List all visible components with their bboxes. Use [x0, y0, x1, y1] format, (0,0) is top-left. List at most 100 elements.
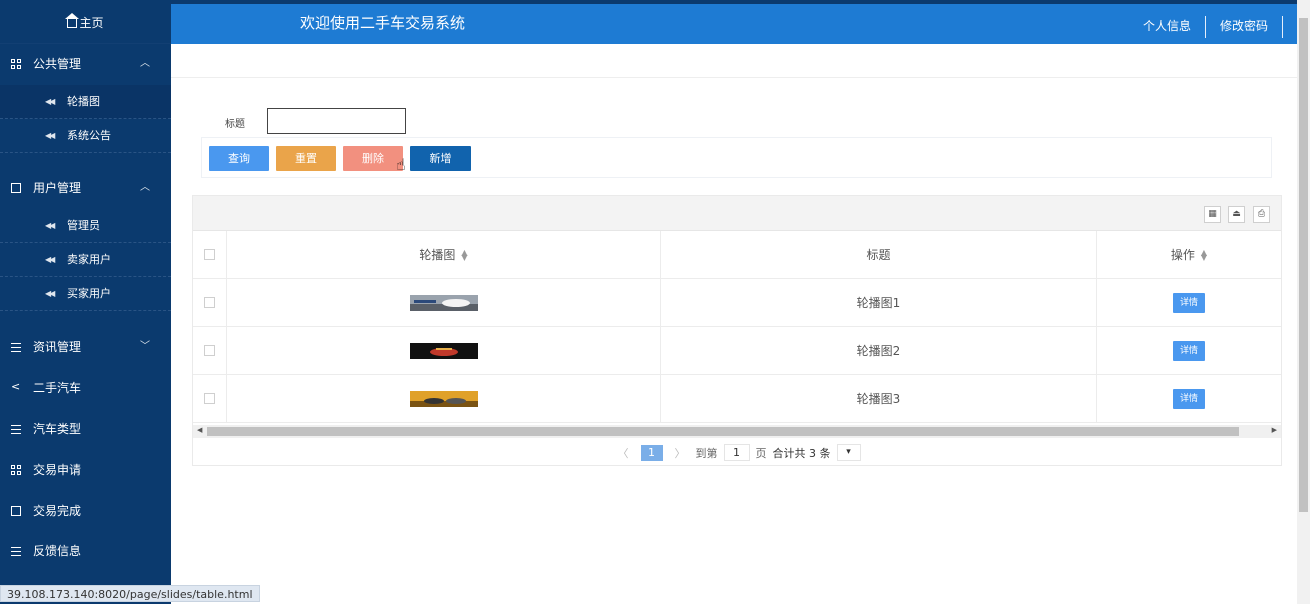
sort-icon[interactable]: ▲ ▼ — [1201, 248, 1207, 261]
chevron-up-icon: ︿ — [140, 182, 150, 193]
export-icon[interactable]: ⏏ — [1228, 206, 1245, 223]
horizontal-scrollbar[interactable]: ◀ ▶ — [193, 425, 1281, 438]
sidebar-item-buyer[interactable]: ◀◀ 买家用户 — [0, 277, 171, 311]
title-cell: 轮播图1 — [661, 279, 1097, 326]
column-header-label: 标题 — [866, 248, 891, 262]
header: 欢迎使用二手车交易系统 个人信息 修改密码 — [171, 4, 1297, 44]
row-checkbox[interactable] — [204, 345, 215, 356]
row-title: 轮播图1 — [856, 296, 901, 310]
column-header[interactable]: 轮播图 ▲ ▼ — [227, 231, 661, 278]
table-row: 轮播图1 详情 — [193, 279, 1281, 327]
scroll-right-icon[interactable]: ▶ — [1272, 426, 1277, 434]
sidebar-group-usedcars[interactable]: < 二手汽车 — [0, 368, 171, 408]
change-password-link[interactable]: 修改密码 — [1206, 16, 1283, 38]
image-cell — [227, 279, 661, 326]
sidebar-item-admin[interactable]: ◀◀ 管理员 — [0, 209, 171, 243]
goto-label: 到第 — [695, 446, 718, 460]
column-header: 标题 — [661, 231, 1097, 278]
title-search-input[interactable] — [267, 108, 406, 134]
sidebar-group-label: 用户管理 — [33, 181, 82, 195]
detail-button[interactable]: 详情 — [1173, 292, 1205, 313]
scroll-left-icon[interactable]: ◀ — [197, 426, 202, 434]
row-checkbox[interactable] — [204, 393, 215, 404]
list-icon — [11, 546, 21, 556]
sidebar-item-seller[interactable]: ◀◀ 卖家用户 — [0, 243, 171, 277]
grid-icon — [11, 465, 21, 475]
action-cell: 详情 — [1097, 375, 1281, 422]
carousel-thumbnail — [409, 294, 478, 311]
reset-button[interactable]: 重置 — [276, 146, 336, 171]
sidebar-group-cartypes[interactable]: 汽车类型 — [0, 409, 171, 449]
sidebar-group-public[interactable]: 公共管理 ︿ — [0, 44, 171, 84]
select-all-cell — [193, 231, 227, 278]
action-cell: 详情 — [1097, 327, 1281, 374]
sidebar-group-news[interactable]: 资讯管理 ﹀ — [0, 327, 171, 367]
sidebar-group-label: 交易完成 — [33, 504, 82, 518]
vertical-scrollbar[interactable] — [1297, 0, 1310, 604]
image-cell — [227, 327, 661, 374]
sidebar-item-label: 卖家用户 — [67, 253, 111, 266]
app-title: 欢迎使用二手车交易系统 — [300, 14, 466, 32]
action-cell: 详情 — [1097, 279, 1281, 326]
pagination: 〈 1 〉 到第 1 页 合计共 3 条 ▾ — [193, 439, 1281, 466]
row-title: 轮播图2 — [856, 344, 901, 358]
page-number[interactable]: 1 — [640, 444, 663, 461]
title-cell: 轮播图2 — [661, 327, 1097, 374]
row-select-cell — [193, 375, 227, 422]
delete-button[interactable]: 删除 — [343, 146, 403, 171]
sidebar-group-trade-done[interactable]: 交易完成 — [0, 491, 171, 531]
table-toolbar: ▦ ⏏ ⎙ — [193, 196, 1281, 231]
carousel-thumbnail — [409, 342, 478, 359]
next-page-icon[interactable]: 〉 — [675, 445, 686, 461]
list-icon — [11, 424, 21, 434]
rewind-icon: ◀◀ — [45, 221, 55, 230]
sidebar-group-label: 资讯管理 — [33, 340, 82, 354]
chevron-up-icon: ︿ — [140, 58, 150, 69]
sidebar-item-label: 买家用户 — [67, 287, 111, 300]
sidebar: 主页 公共管理 ︿ ◀◀ 轮播图 ◀◀ 系统公告 用户管理 ︿ ◀◀ 管理员 ◀… — [0, 0, 171, 604]
detail-button[interactable]: 详情 — [1173, 340, 1205, 361]
sidebar-home[interactable]: 主页 — [0, 0, 171, 44]
column-header[interactable]: 操作 ▲ ▼ — [1097, 231, 1281, 278]
add-button[interactable]: 新增 — [410, 146, 471, 171]
book-icon — [11, 506, 21, 516]
detail-button[interactable]: 详情 — [1173, 388, 1205, 409]
header-nav: 个人信息 修改密码 — [1143, 16, 1283, 38]
title-label: 标题 — [225, 119, 245, 130]
sort-icon[interactable]: ▲ ▼ — [461, 248, 467, 261]
sidebar-group-label: 交易申请 — [33, 463, 82, 477]
home-icon — [65, 13, 80, 28]
list-icon — [11, 342, 21, 352]
table-row: 轮播图3 详情 — [193, 375, 1281, 423]
sidebar-item-notice[interactable]: ◀◀ 系统公告 — [0, 119, 171, 153]
scrollbar-thumb[interactable] — [207, 427, 1239, 436]
page-size-select[interactable]: ▾ — [836, 444, 861, 461]
select-all-checkbox[interactable] — [204, 249, 215, 260]
rewind-icon: ◀◀ — [45, 289, 55, 298]
profile-link[interactable]: 个人信息 — [1143, 16, 1206, 38]
row-checkbox[interactable] — [204, 297, 215, 308]
sidebar-group-users[interactable]: 用户管理 ︿ — [0, 168, 171, 208]
prev-page-icon[interactable]: 〈 — [618, 445, 629, 461]
scrollbar-thumb[interactable] — [1299, 18, 1308, 512]
sidebar-group-label: 公共管理 — [33, 57, 82, 71]
breadcrumb — [171, 44, 1297, 78]
query-button[interactable]: 查询 — [209, 146, 269, 171]
row-select-cell — [193, 279, 227, 326]
action-bar: 查询 重置 删除 新增 — [201, 137, 1272, 178]
grid-icon — [11, 59, 21, 69]
book-icon — [11, 183, 21, 193]
table-row: 轮播图2 详情 — [193, 327, 1281, 375]
sidebar-item-carousel[interactable]: ◀◀ 轮播图 — [0, 85, 171, 119]
page-unit: 页 — [755, 446, 767, 460]
rewind-icon: ◀◀ — [45, 131, 55, 140]
goto-page-input[interactable]: 1 — [723, 444, 750, 461]
sidebar-home-label: 主页 — [79, 16, 104, 30]
share-icon: < — [11, 380, 21, 393]
sidebar-group-feedback[interactable]: 反馈信息 — [0, 531, 171, 571]
columns-icon[interactable]: ▦ — [1204, 206, 1221, 223]
column-header-label: 轮播图 — [419, 248, 456, 262]
total-count: 合计共 3 条 — [772, 446, 831, 460]
sidebar-group-trade-request[interactable]: 交易申请 — [0, 450, 171, 490]
print-icon[interactable]: ⎙ — [1253, 206, 1270, 223]
